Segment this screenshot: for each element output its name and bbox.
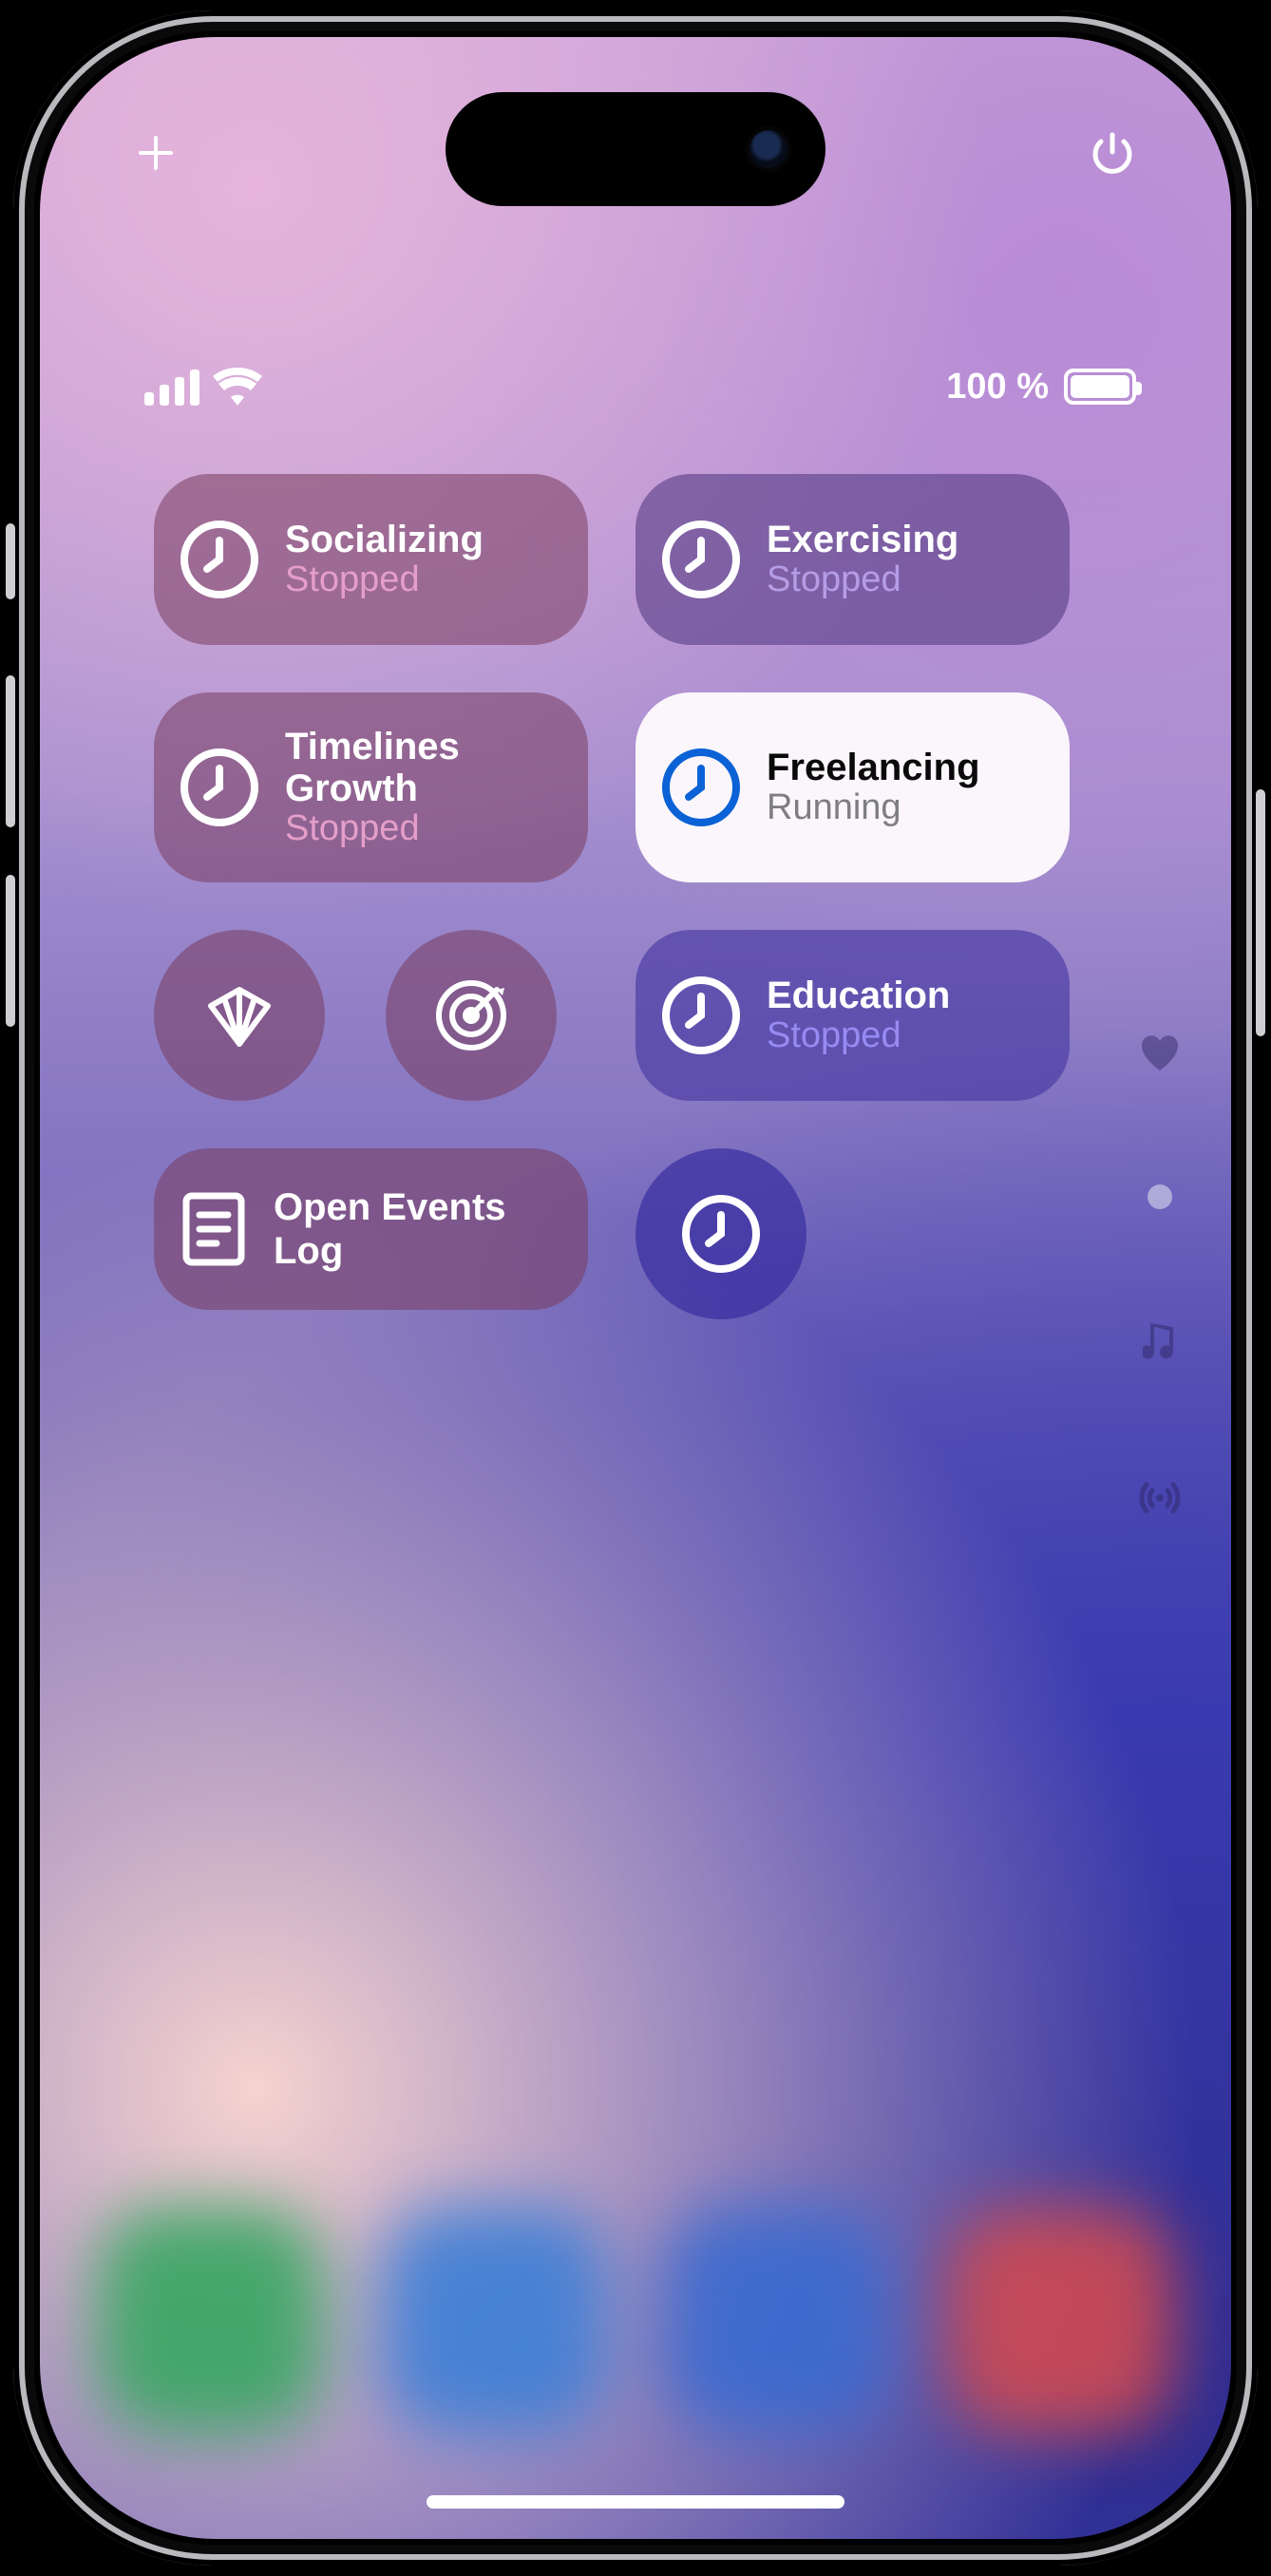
tile-title: Exercising (767, 519, 958, 560)
broadcast-icon (1138, 1479, 1182, 1517)
clock-icon (179, 519, 260, 600)
battery-percentage: 100 % (946, 367, 1049, 407)
tile-status: Stopped (285, 809, 560, 849)
side-button-silent (6, 523, 15, 599)
home-indicator[interactable] (427, 2495, 844, 2509)
fan-icon (197, 973, 282, 1058)
tile-title: Freelancing (767, 747, 980, 788)
timer-button[interactable] (636, 1148, 806, 1319)
clock-icon (680, 1193, 762, 1275)
tile-timelines-growth[interactable]: Timelines Growth Stopped (154, 692, 588, 882)
list-icon (179, 1188, 249, 1270)
plus-icon (135, 132, 177, 174)
target-icon (428, 973, 514, 1058)
tile-title: Socializing (285, 519, 484, 560)
page-dot-active (1148, 1184, 1172, 1209)
tile-status: Stopped (767, 560, 958, 600)
music-note-icon (1143, 1323, 1177, 1365)
clock-icon (660, 747, 742, 828)
tile-status: Running (767, 788, 980, 828)
add-control-button[interactable] (135, 132, 177, 174)
page-indicators[interactable] (1138, 1034, 1182, 1517)
side-button-volume-up (6, 675, 15, 827)
tile-title: Education (767, 975, 950, 1016)
battery-icon (1064, 369, 1136, 405)
clock-icon (179, 747, 260, 828)
tile-title: Timelines Growth (285, 726, 560, 809)
shortcut-button-2[interactable] (386, 930, 557, 1101)
tile-status: Stopped (285, 560, 484, 600)
dock (40, 2169, 1231, 2472)
wifi-icon (213, 368, 262, 406)
clock-icon (660, 975, 742, 1056)
clock-icon (660, 519, 742, 600)
heart-icon (1140, 1034, 1180, 1070)
shortcut-button-1[interactable] (154, 930, 325, 1101)
side-button-volume-down (6, 875, 15, 1027)
tile-exercising[interactable]: Exercising Stopped (636, 474, 1070, 645)
controls-grid: Socializing Stopped Exercising Stopped T… (154, 474, 1070, 1319)
tile-freelancing[interactable]: Freelancing Running (636, 692, 1070, 882)
status-bar: 100 % (144, 362, 1136, 411)
power-button[interactable] (1089, 129, 1136, 177)
screen: 100 % Socializing Stopped Exercising Sto… (40, 37, 1231, 2539)
tile-socializing[interactable]: Socializing Stopped (154, 474, 588, 645)
tile-education[interactable]: Education Stopped (636, 930, 1070, 1101)
side-button-power (1256, 789, 1265, 1036)
power-icon (1089, 129, 1136, 177)
tile-title: Open Events Log (274, 1185, 560, 1273)
phone-frame: 100 % Socializing Stopped Exercising Sto… (13, 10, 1258, 2566)
cellular-signal-icon (144, 369, 199, 406)
tile-status: Stopped (767, 1016, 950, 1056)
tile-events-log[interactable]: Open Events Log (154, 1148, 588, 1310)
